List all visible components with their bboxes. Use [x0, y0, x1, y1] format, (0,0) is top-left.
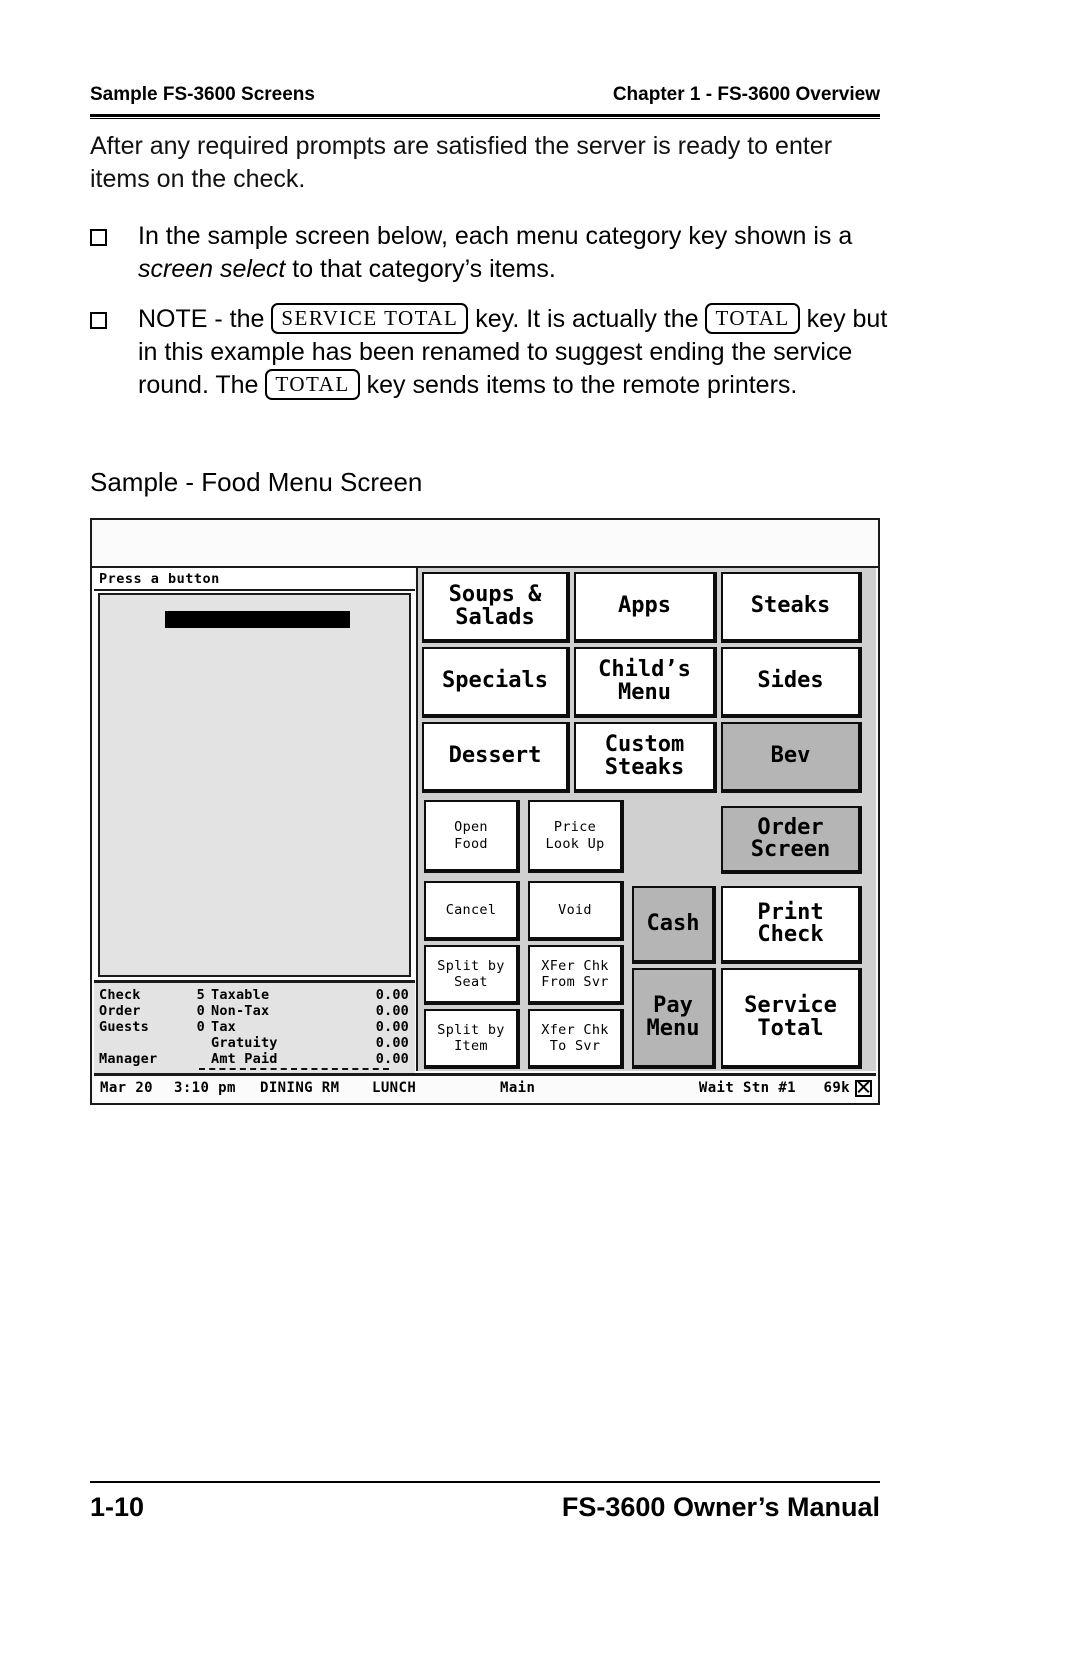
menu-key-specials[interactable]: Specials	[422, 647, 570, 718]
action-key-cash[interactable]: Cash	[632, 886, 716, 964]
footer-page-number: 1-10	[90, 1492, 145, 1522]
page-footer: 1-10 FS-3600 Owner’s Manual	[90, 1492, 880, 1523]
action-key-order-screen[interactable]: Order Screen	[721, 806, 862, 874]
status-time: 3:10 pm	[174, 1080, 236, 1096]
action-key-pay-menu[interactable]: Pay Menu	[632, 968, 716, 1069]
function-key-split-by-item[interactable]: Split by Item	[424, 1009, 520, 1069]
status-date: Mar 20	[100, 1080, 153, 1096]
bullet-square-icon	[90, 220, 138, 255]
totals-label: Guests	[99, 1019, 149, 1035]
pos-screen-figure: Press a button Check 5 Taxable 0.00 Orde…	[90, 518, 880, 1105]
footer-manual-title: FS-3600 Owner’s Manual	[561, 1492, 880, 1522]
bullet-square-icon	[90, 303, 138, 338]
bullet-2-text: NOTE - the SERVICE TOTAL key. It is actu…	[138, 303, 890, 402]
menu-key-sides[interactable]: Sides	[721, 647, 862, 718]
totals-label: Manager	[99, 1051, 158, 1067]
prompt-bar: Press a button	[94, 568, 415, 591]
status-memory: 69k	[823, 1080, 850, 1096]
running-head-left: Sample FS-3600 Screens	[90, 84, 315, 105]
check-totals-panel: Check 5 Taxable 0.00 Order 0 Non-Tax 0.0…	[94, 980, 415, 1099]
intro-paragraph: After any required prompts are satisfied…	[90, 132, 833, 193]
action-key-print-check[interactable]: Print Check	[721, 886, 862, 964]
function-key-split-by-seat[interactable]: Split by Seat	[424, 945, 520, 1005]
running-head: Sample FS-3600 Screens Chapter 1 - FS-36…	[90, 84, 880, 106]
menu-key-apps[interactable]: Apps	[574, 572, 717, 643]
pos-top-strip	[92, 520, 878, 568]
selection-highlight-bar	[165, 611, 350, 628]
status-station: Wait Stn #1	[698, 1080, 796, 1096]
function-key-price-look-up[interactable]: Price Look Up	[528, 800, 624, 873]
totals-item: Tax	[211, 1019, 236, 1035]
keycap-total-1: TOTAL	[705, 303, 800, 334]
menu-key-childs-menu[interactable]: Child’s Menu	[574, 647, 717, 718]
totals-count	[183, 1051, 205, 1067]
bullet-item-2: NOTE - the SERVICE TOTAL key. It is actu…	[90, 303, 890, 402]
running-head-right: Chapter 1 - FS-3600 Overview	[612, 84, 880, 105]
footer-rule	[90, 1481, 880, 1483]
pos-left-panel: Press a button Check 5 Taxable 0.00 Orde…	[94, 568, 415, 1099]
bullet-2-lead: NOTE - the	[138, 305, 272, 333]
bullet-2-tail: key sends items to the remote printers.	[359, 371, 798, 399]
totals-count: 5	[196, 987, 205, 1003]
totals-label	[99, 1035, 177, 1051]
bullet-1-lead: In the sample screen below, each menu ca…	[138, 222, 853, 250]
totals-amount: 0.00	[375, 1019, 409, 1035]
running-head-rule	[90, 114, 880, 119]
totals-count: 0	[196, 1003, 205, 1019]
bullet-1-tail: to that category’s items.	[285, 255, 556, 283]
function-key-cancel[interactable]: Cancel	[424, 881, 520, 941]
menu-key-bev[interactable]: Bev	[721, 722, 862, 793]
totals-label: Order	[99, 1003, 141, 1019]
function-key-xfer-chk-to-svr[interactable]: Xfer Chk To Svr	[528, 1009, 624, 1069]
status-period: LUNCH	[372, 1080, 417, 1096]
section-subheading: Sample - Food Menu Screen	[90, 467, 423, 497]
close-box-icon[interactable]	[850, 1076, 872, 1101]
keycap-total-2: TOTAL	[265, 369, 360, 400]
bullet-item-1: In the sample screen below, each menu ca…	[90, 220, 890, 286]
function-key-void[interactable]: Void	[528, 881, 624, 941]
totals-count	[183, 1035, 205, 1051]
totals-grid: Check 5 Taxable 0.00 Order 0 Non-Tax 0.0…	[99, 987, 409, 1067]
action-key-service-total[interactable]: Service Total	[721, 968, 862, 1069]
totals-amount: 0.00	[375, 987, 409, 1003]
bullet-1-emphasis: screen select	[138, 255, 286, 283]
keycap-service-total: SERVICE TOTAL	[271, 303, 469, 334]
bullet-2-mid-1: key. It is actually the	[468, 305, 706, 333]
menu-key-steaks[interactable]: Steaks	[721, 572, 862, 643]
totals-item: Non-Tax	[211, 1003, 270, 1019]
pos-keypad-panel: Soups & Salads Apps Steaks Specials Chil…	[416, 568, 876, 1071]
totals-amount: 0.00	[375, 1051, 409, 1067]
menu-key-custom-steaks[interactable]: Custom Steaks	[574, 722, 717, 793]
pos-status-bar: Mar 20 3:10 pm DINING RM LUNCH Main Wait…	[94, 1073, 876, 1101]
status-room: DINING RM	[260, 1080, 340, 1096]
function-key-xfer-chk-from-svr[interactable]: XFer Chk From Svr	[528, 945, 624, 1005]
totals-item: Amt Paid	[211, 1051, 278, 1067]
bullet-1-text: In the sample screen below, each menu ca…	[138, 220, 890, 286]
manual-page: Sample FS-3600 Screens Chapter 1 - FS-36…	[0, 0, 1080, 1669]
totals-item: Gratuity	[211, 1035, 278, 1051]
menu-key-dessert[interactable]: Dessert	[422, 722, 570, 793]
totals-label: Check	[99, 987, 141, 1003]
check-detail-display[interactable]	[98, 593, 411, 977]
totals-item: Taxable	[211, 987, 270, 1003]
totals-amount: 0.00	[375, 1035, 409, 1051]
function-key-open-food[interactable]: Open Food	[424, 800, 520, 873]
menu-key-soups-salads[interactable]: Soups & Salads	[422, 572, 570, 643]
totals-amount: 0.00	[375, 1003, 409, 1019]
totals-count: 0	[196, 1019, 205, 1035]
status-screen: Main	[500, 1080, 536, 1096]
